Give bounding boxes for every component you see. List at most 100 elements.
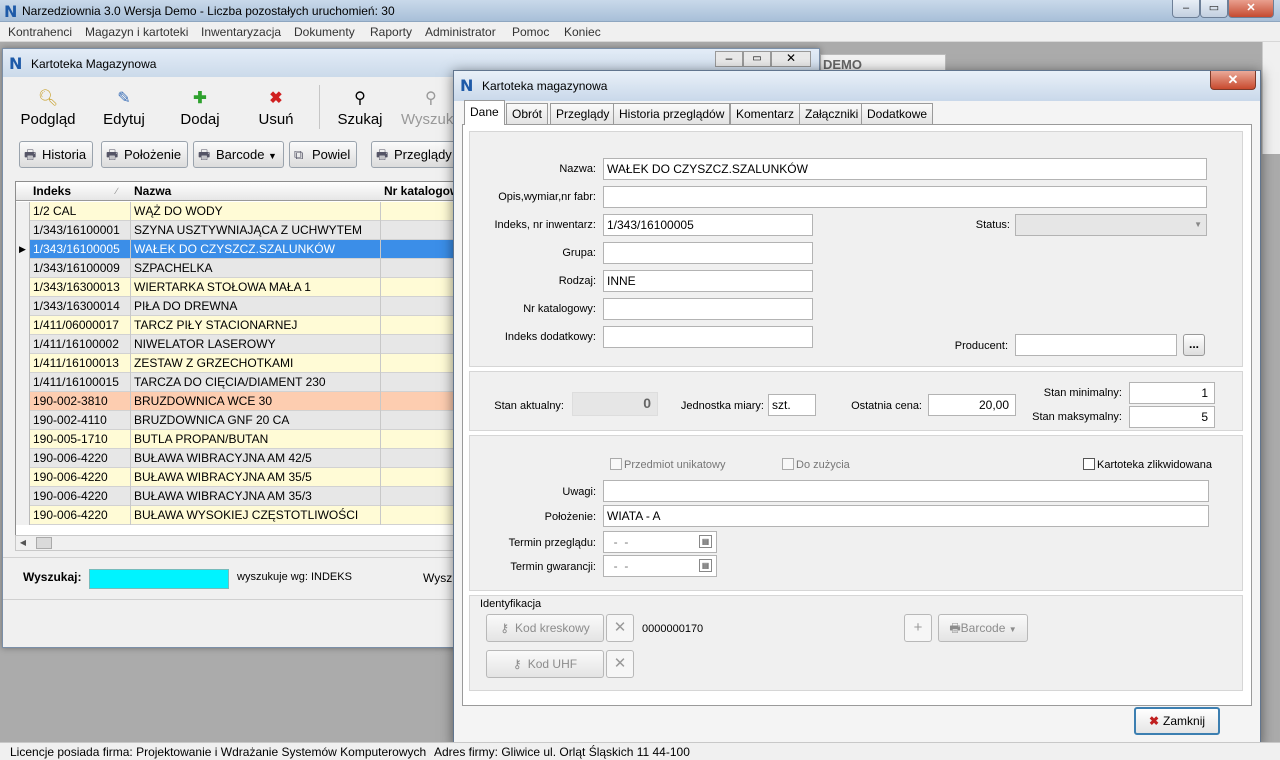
menu-kontrahenci[interactable]: Kontrahenci <box>8 25 72 39</box>
col-indeks[interactable]: Indeks <box>33 184 71 198</box>
jednostka-input[interactable]: szt. <box>768 394 816 416</box>
table-row[interactable]: 190-006-4220 BUŁAWA WIBRACYJNA AM 35/5 <box>16 468 464 487</box>
termin-przegladu-value: - - <box>607 535 629 549</box>
menu-inwentaryzacja[interactable]: Inwentaryzacja <box>201 25 281 39</box>
tab-dodatkowe[interactable]: Dodatkowe <box>861 103 934 124</box>
grupa-input[interactable] <box>603 242 813 264</box>
uwagi-input[interactable] <box>603 480 1209 502</box>
kartoteka-close-button[interactable]: ✕ <box>771 51 811 67</box>
add-button[interactable]: + <box>904 614 932 642</box>
table-row[interactable]: 190-006-4220 BUŁAWA WIBRACYJNA AM 42/5 <box>16 449 464 468</box>
stan-aktualny-label: Stan aktualny: <box>494 400 564 412</box>
table-row[interactable]: 1/411/16100013 ZESTAW Z GRZECHOTKAMI <box>16 354 464 373</box>
table-row[interactable]: 190-002-4110 BRUZDOWNICA GNF 20 CA <box>16 411 464 430</box>
table-row[interactable]: 1/343/16300013 WIERTARKA STOŁOWA MAŁA 1 <box>16 278 464 297</box>
table-row[interactable]: 1/411/16100002 NIWELATOR LASEROWY <box>16 335 464 354</box>
dodaj-button[interactable]: ✚ Dodaj <box>165 89 235 133</box>
zuzycie-label: Do zużycia <box>796 459 850 471</box>
kod-uhf-label: Kod UHF <box>527 657 578 671</box>
polozenie-input[interactable]: WIATA - A <box>603 505 1209 527</box>
przeglady-button[interactable]: 🖶 Przeglądy <box>371 141 461 168</box>
table-row[interactable]: 1/343/16300014 PIŁA DO DREWNA <box>16 297 464 316</box>
tab-komentarz[interactable]: Komentarz <box>730 103 801 124</box>
menu-magazyn[interactable]: Magazyn i kartoteki <box>85 25 188 39</box>
historia-button[interactable]: 🖶 Historia <box>19 141 94 168</box>
termin-gwarancji-input[interactable]: - - ▦ <box>603 555 717 577</box>
table-row[interactable]: 1/343/16100009 SZPACHELKA <box>16 259 464 278</box>
table-row[interactable]: 190-006-4220 BUŁAWA WIBRACYJNA AM 35/3 <box>16 487 464 506</box>
table-row[interactable]: 1/411/16100015 TARCZA DO CIĘCIA/DIAMENT 2… <box>16 373 464 392</box>
kod-uhf-button[interactable]: ⚷ Kod UHF <box>486 650 604 678</box>
zlikwidowana-checkbox[interactable]: Kartoteka zlikwidowana <box>1083 458 1212 471</box>
grupa-label: Grupa: <box>562 247 596 259</box>
calendar-icon[interactable]: ▦ <box>699 535 712 548</box>
podglad-button[interactable]: 🔍︎ Podgląd <box>13 89 83 133</box>
rodzaj-input[interactable]: INNE <box>603 270 813 292</box>
cena-input[interactable]: 20,00 <box>928 394 1016 416</box>
edytuj-button[interactable]: ✎ Edytuj <box>89 89 159 133</box>
nazwa-input[interactable]: WAŁEK DO CZYSZCZ.SZALUNKÓW <box>603 158 1207 180</box>
status-select[interactable]: ▼ <box>1015 214 1207 236</box>
polozenie-button[interactable]: 🖶 Położenie <box>101 141 189 168</box>
producent-input[interactable] <box>1015 334 1177 356</box>
cell-indeks: 1/2 CAL <box>31 202 131 221</box>
usun-button[interactable]: ✖ Usuń <box>241 89 311 133</box>
opis-input[interactable] <box>603 186 1207 208</box>
stan-max-input[interactable]: 5 <box>1129 406 1215 428</box>
items-grid[interactable]: Indeks ∕ Nazwa Nr katalogow 1/2 CAL WĄŻ D… <box>15 181 465 551</box>
menu-raporty[interactable]: Raporty <box>370 25 412 39</box>
zuzycie-checkbox[interactable]: Do zużycia <box>782 458 850 471</box>
unikat-checkbox[interactable]: Przedmiot unikatowy <box>610 458 726 471</box>
binoculars-icon: ⚲ <box>354 90 366 107</box>
table-row[interactable]: 1/2 CAL WĄŻ DO WODY <box>16 202 464 221</box>
szukaj-button[interactable]: ⚲ Szukaj <box>325 89 395 133</box>
table-row[interactable]: ▶ 1/343/16100005 WAŁEK DO CZYSZCZ.SZALUNKÓ… <box>16 240 464 259</box>
tab-historia-przegladow[interactable]: Historia przeglądów <box>613 103 731 124</box>
table-row[interactable]: 190-005-1710 BUTLA PROPAN/BUTAN <box>16 430 464 449</box>
scroll-thumb[interactable] <box>36 537 52 549</box>
dialog-close-button[interactable]: ✕ <box>1210 71 1256 90</box>
minimize-button[interactable]: ‒ <box>1172 0 1200 18</box>
table-row[interactable]: 190-006-4220 BUŁAWA WYSOKIEJ CZĘSTOTLIWOŚ… <box>16 506 464 525</box>
scroll-left-icon[interactable]: ◀ <box>16 536 30 550</box>
termin-przegladu-input[interactable]: - - ▦ <box>603 531 717 553</box>
table-row[interactable]: 1/411/06000017 TARCZ PIŁY STACIONARNEJ <box>16 316 464 335</box>
barcode-button[interactable]: 🖶Barcode ▼ <box>938 614 1028 642</box>
nrkat-input[interactable] <box>603 298 813 320</box>
menu-administrator[interactable]: Administrator <box>425 25 496 39</box>
wyszukaj-button[interactable]: ⚲ Wyszuk <box>401 89 457 133</box>
stan-min-input[interactable]: 1 <box>1129 382 1215 404</box>
table-row[interactable]: 1/343/16100001 SZYNA USZTYWNIAJĄCA Z UCHW… <box>16 221 464 240</box>
calendar-icon[interactable]: ▦ <box>699 559 712 572</box>
kartoteka-restore-button[interactable]: ▭ <box>743 51 771 67</box>
table-row[interactable]: 190-002-3810 BRUZDOWNICA WCE 30 <box>16 392 464 411</box>
tab-przeglady[interactable]: Przeglądy <box>550 103 616 124</box>
kartoteka-minimize-button[interactable]: – <box>715 51 743 67</box>
cell-indeks: 190-006-4220 <box>31 487 131 506</box>
clear-uhf-button[interactable]: ✕ <box>606 650 634 678</box>
clear-kod-button[interactable]: ✕ <box>606 614 634 642</box>
chevron-down-icon: ▼ <box>268 151 277 161</box>
menu-dokumenty[interactable]: Dokumenty <box>294 25 355 39</box>
kod-kreskowy-button[interactable]: ⚷ Kod kreskowy <box>486 614 604 642</box>
col-nazwa[interactable]: Nazwa <box>134 184 171 198</box>
maximize-button[interactable]: ▭ <box>1200 0 1228 18</box>
tab-obrot[interactable]: Obrót <box>506 103 549 124</box>
col-nr-katalogowy[interactable]: Nr katalogow <box>384 184 459 198</box>
menu-koniec[interactable]: Koniec <box>564 25 601 39</box>
menu-pomoc[interactable]: Pomoc <box>512 25 549 39</box>
producent-browse-button[interactable]: ... <box>1183 334 1205 356</box>
indeks-input[interactable]: 1/343/16100005 <box>603 214 813 236</box>
indeksdod-input[interactable] <box>603 326 813 348</box>
barcode-menu-button[interactable]: 🖶 Barcode ▼ <box>193 141 284 168</box>
search-input[interactable] <box>89 569 229 589</box>
zamknij-button[interactable]: ✖ Zamknij <box>1134 707 1220 735</box>
polozenie-label: Położenie <box>124 147 182 162</box>
cena-label: Ostatnia cena: <box>851 400 922 412</box>
close-button[interactable]: ✕ <box>1228 0 1274 18</box>
unikat-label: Przedmiot unikatowy <box>624 459 726 471</box>
powiel-button[interactable]: ⧉ Powiel <box>289 141 358 168</box>
tab-zalaczniki[interactable]: Załączniki <box>799 103 865 124</box>
tab-dane[interactable]: Dane <box>464 100 505 125</box>
horizontal-scrollbar[interactable]: ◀ <box>15 535 465 551</box>
